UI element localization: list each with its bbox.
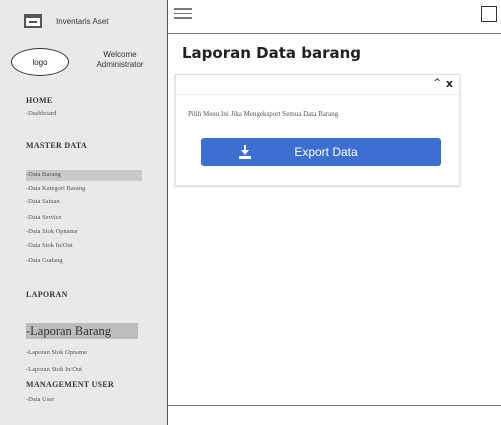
sidebar-item-laporan-stok-opname[interactable]: -Laporan Stok Opname (26, 349, 87, 356)
sidebar-item-data-user[interactable]: -Data User (26, 396, 54, 403)
export-data-button[interactable]: Export Data (201, 138, 441, 166)
sidebar-item-dashboard[interactable]: -Dashboard (26, 110, 56, 117)
welcome-line: Welcome (103, 50, 137, 59)
sidebar-item-data-kategori-barang[interactable]: -Data Kategori Barang (26, 185, 85, 192)
brand: Inventaris Aset (24, 14, 108, 28)
sidebar-item-data-stok-in-out[interactable]: -Data Stok In/Out (26, 242, 73, 249)
close-icon[interactable]: x (446, 77, 453, 90)
sidebar-item-data-barang[interactable]: -Data Barang (26, 171, 61, 178)
sidebar-item-data-satuan[interactable]: -Data Satuan (26, 198, 60, 205)
export-card: ^ x Pilih Menu Ini Jika Mengeksport Semu… (175, 74, 460, 186)
nav-heading-master-data: MASTER DATA (26, 141, 88, 150)
nav-heading-home: HOME (26, 96, 53, 105)
sidebar-item-data-service[interactable]: -Data Service (26, 214, 62, 221)
window-toggle-button[interactable] (481, 6, 497, 22)
menu-icon[interactable] (174, 8, 192, 20)
top-bar (168, 0, 501, 34)
collapse-icon[interactable]: ^ (433, 78, 441, 88)
sidebar-item-laporan-stok-in-out[interactable]: -Laporan Stok In/Out (26, 366, 82, 373)
card-description: Pilih Menu Ini Jika Mengeksport Semua Da… (188, 110, 339, 118)
sidebar-item-data-stok-opname[interactable]: -Data Stok Opname (26, 228, 78, 235)
sidebar-item-laporan-barang[interactable]: -Laporan Barang (26, 324, 111, 339)
sidebar-item-data-gudang[interactable]: -Data Gudang (26, 257, 63, 264)
user-role: Administrator (96, 60, 144, 69)
footer-divider (168, 405, 501, 406)
page-title: Laporan Data barang (182, 44, 362, 62)
card-header: ^ x (176, 75, 459, 95)
brand-name: Inventaris Aset (56, 16, 109, 26)
welcome-text: Welcome Administrator (80, 50, 160, 70)
warehouse-icon (24, 14, 42, 28)
nav-heading-management-user: MANAGEMENT USER (26, 380, 115, 389)
export-data-label: Export Data (294, 145, 358, 159)
download-icon (239, 145, 251, 159)
sidebar: Inventaris Aset logo Welcome Administrat… (0, 0, 168, 425)
nav-heading-laporan: LAPORAN (26, 290, 68, 299)
logo: logo (11, 48, 69, 76)
